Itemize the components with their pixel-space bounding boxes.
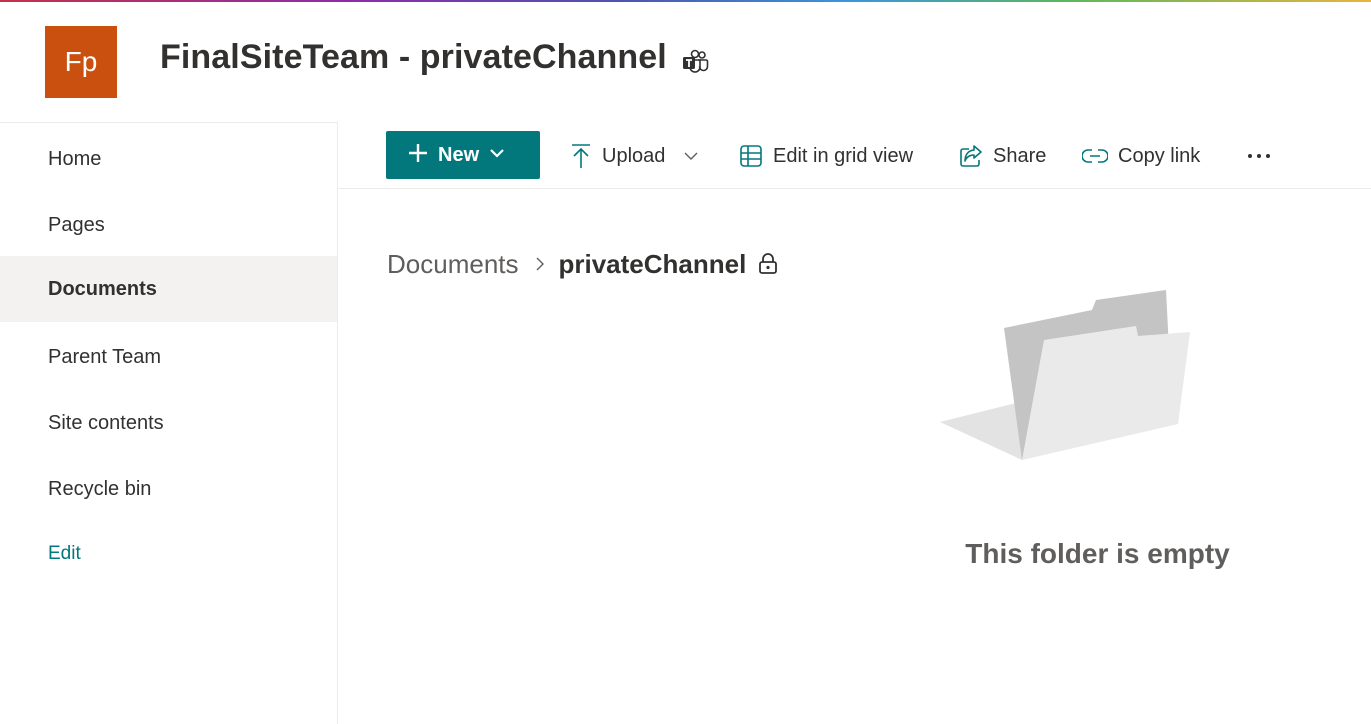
edit-in-grid-view-label: Edit in grid view: [773, 144, 914, 167]
copy-link-label: Copy link: [1118, 144, 1201, 167]
nav-edit-label: Edit: [48, 543, 81, 564]
nav-item-label: Parent Team: [48, 345, 162, 368]
chevron-right-icon: [535, 256, 545, 272]
upload-button[interactable]: Upload: [570, 138, 699, 174]
site-logo-initials: Fp: [64, 46, 98, 77]
share-label: Share: [993, 144, 1047, 167]
plus-icon: [408, 143, 428, 168]
site-title[interactable]: FinalSiteTeam - privateChannel: [160, 38, 667, 77]
share-button[interactable]: Share: [959, 138, 1046, 174]
nav-edit-link[interactable]: Edit: [0, 521, 337, 587]
nav-item-recycle-bin[interactable]: Recycle bin: [0, 456, 337, 522]
breadcrumb: Documents privateChannel: [387, 244, 778, 284]
more-actions-button[interactable]: [1247, 138, 1271, 174]
empty-folder-message: This folder is empty: [965, 538, 1230, 569]
nav-item-label: Home: [48, 147, 102, 170]
command-bar: New Upload Edit in grid view Share Copy …: [338, 122, 1371, 189]
nav-item-label: Site contents: [48, 411, 164, 434]
more-icon: [1247, 153, 1271, 159]
copy-link-button[interactable]: Copy link: [1082, 138, 1200, 174]
nav-item-label: Recycle bin: [48, 477, 152, 500]
upload-label: Upload: [602, 144, 666, 167]
nav-item-home[interactable]: Home: [0, 126, 337, 192]
new-button[interactable]: New: [386, 131, 540, 179]
nav-item-parent-team[interactable]: Parent Team: [0, 324, 337, 390]
upload-icon: [570, 143, 592, 169]
site-logo[interactable]: Fp: [45, 26, 117, 98]
lock-icon: [758, 253, 778, 275]
edit-in-grid-view-button[interactable]: Edit in grid view: [739, 138, 913, 174]
empty-folder-illustration: [940, 288, 1192, 463]
share-icon: [959, 144, 983, 168]
nav-item-label: Documents: [48, 277, 157, 300]
new-button-label: New: [438, 143, 480, 166]
chevron-down-icon: [489, 146, 505, 164]
link-icon: [1082, 148, 1108, 164]
site-header: Fp FinalSiteTeam - privateChannel: [0, 2, 1371, 122]
nav-item-pages[interactable]: Pages: [0, 192, 337, 258]
breadcrumb-current-folder: privateChannel: [558, 248, 747, 279]
breadcrumb-documents-link[interactable]: Documents: [387, 249, 519, 280]
chevron-down-icon: [683, 151, 699, 161]
teams-icon[interactable]: [681, 49, 709, 75]
nav-item-label: Pages: [48, 213, 105, 236]
left-navigation: Home Pages Documents Parent Team Site co…: [0, 122, 338, 724]
nav-item-site-contents[interactable]: Site contents: [0, 390, 337, 456]
nav-item-documents[interactable]: Documents: [0, 256, 337, 322]
grid-icon: [739, 144, 763, 168]
